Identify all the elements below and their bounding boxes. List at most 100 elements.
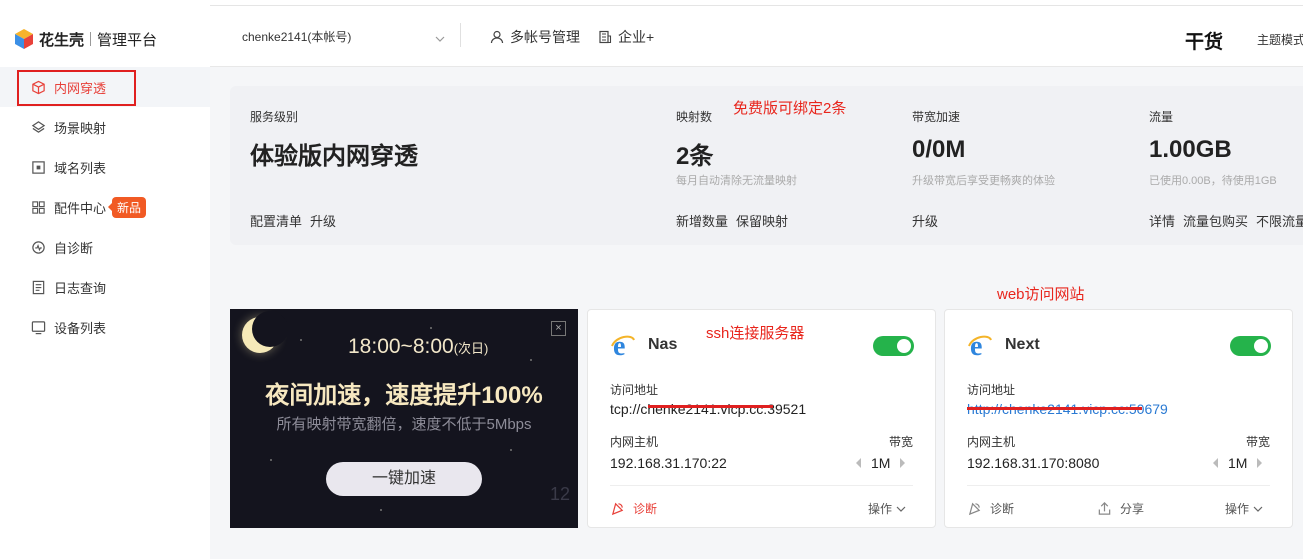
stat-value: 1.00GB	[1149, 136, 1232, 163]
keep-mapping-link[interactable]: 保留映射	[736, 214, 788, 229]
mapping-card-next: e Next 访问地址 http://chenke2141.vicp.cc:50…	[944, 309, 1293, 528]
diagnose-label: 诊断	[990, 502, 1015, 516]
address-label: 访问地址	[610, 383, 659, 397]
theme-mode-button[interactable]: 主题模式	[1257, 31, 1303, 48]
multi-account-link[interactable]: 多帐号管理	[490, 27, 580, 47]
enable-toggle[interactable]	[1230, 336, 1271, 356]
bandwidth-label: 带宽	[888, 435, 913, 449]
promo-title: 夜间加速，速度提升100%	[265, 382, 543, 409]
add-quota-link[interactable]: 新增数量	[676, 214, 728, 229]
traffic-detail-link[interactable]: 详情	[1149, 214, 1175, 229]
intranet-host: 192.168.31.170:8080	[967, 455, 1100, 471]
chevron-down-icon	[1253, 506, 1263, 512]
stat-label: 带宽加速	[912, 110, 961, 124]
unlimited-traffic-link[interactable]: 不限流量	[1256, 214, 1303, 229]
layers-icon	[30, 119, 46, 135]
sidebar-item-domains[interactable]: 域名列表	[0, 147, 210, 187]
operate-menu[interactable]: 操作	[868, 500, 906, 517]
annotation-free-bind: 免费版可绑定2条	[733, 100, 847, 117]
monitor-icon	[30, 319, 46, 335]
moon-shadow	[252, 311, 288, 347]
stat-value: 体验版内网穿透	[250, 143, 418, 170]
star	[530, 359, 532, 361]
stat-label: 流量	[1149, 110, 1174, 124]
stat-label: 映射数	[676, 110, 713, 124]
one-click-boost-button[interactable]: 一键加速	[326, 462, 482, 496]
bandwidth-stepper[interactable]: 1M	[856, 455, 906, 471]
enterprise-label: 企业+	[618, 29, 655, 45]
diagnose-icon	[611, 502, 624, 516]
card-divider	[967, 485, 1270, 486]
increase-icon[interactable]	[900, 458, 906, 468]
mapping-card-nas: e Nas ssh连接服务器 访问地址 tcp://chenke2141.vic…	[587, 309, 936, 528]
star	[430, 327, 432, 329]
upgrade-link[interactable]: 升级	[310, 214, 336, 229]
star	[270, 459, 272, 461]
decrease-icon[interactable]	[1213, 458, 1218, 468]
domain-icon	[30, 159, 46, 175]
share-button[interactable]: 分享	[1097, 500, 1144, 517]
sidebar: 花生壳 管理平台 内网穿透 场景映射 域名列表 配件中心 新品 自诊断 日志查询…	[0, 0, 210, 559]
address-label: 访问地址	[967, 383, 1016, 397]
redaction-strike	[967, 407, 1142, 410]
star	[510, 449, 512, 451]
sidebar-item-scene-mapping[interactable]: 场景映射	[0, 107, 210, 147]
sidebar-item-label: 配件中心	[54, 200, 107, 216]
diagnose-button[interactable]: 诊断	[967, 500, 1014, 517]
stat-actions: 配置清单 升级	[250, 211, 344, 230]
logo-divider	[90, 32, 92, 46]
promo-time-range: 18:00~8:00	[348, 335, 454, 358]
annotation-web: web访问网站	[997, 286, 1085, 303]
diagnose-icon	[30, 239, 46, 255]
highlight-box	[17, 70, 136, 106]
sidebar-item-label: 日志查询	[54, 280, 107, 296]
brand-name: 花生壳	[39, 31, 85, 49]
increase-icon[interactable]	[1257, 458, 1263, 468]
promo-subtitle: 所有映射带宽翻倍，速度不低于5Mbps	[276, 416, 532, 433]
redaction-strike	[648, 405, 773, 408]
share-icon	[1098, 502, 1111, 515]
logo[interactable]: 花生壳 管理平台	[13, 27, 157, 51]
card-divider	[610, 485, 913, 486]
bandwidth-label: 带宽	[1245, 435, 1270, 449]
enable-toggle[interactable]	[873, 336, 914, 356]
enterprise-link[interactable]: 企业+	[598, 27, 654, 47]
svg-text:e: e	[613, 332, 625, 358]
upgrade-bandwidth-link[interactable]: 升级	[912, 214, 938, 229]
diagnose-label: 诊断	[633, 502, 658, 516]
diagnose-icon	[968, 502, 981, 516]
stat-actions: 升级	[912, 211, 946, 230]
bandwidth-value: 1M	[871, 455, 891, 471]
sidebar-item-logs[interactable]: 日志查询	[0, 267, 210, 307]
operate-menu[interactable]: 操作	[1225, 500, 1263, 517]
promo-time-suffix: (次日)	[453, 341, 489, 356]
sidebar-item-label: 设备列表	[54, 320, 107, 336]
sidebar-item-devices[interactable]: 设备列表	[0, 307, 210, 347]
svg-text:e: e	[970, 332, 982, 358]
sidebar-nav: 内网穿透 场景映射 域名列表 配件中心 新品 自诊断 日志查询 设备列表	[0, 67, 210, 347]
stat-actions: 新增数量 保留映射	[676, 211, 796, 230]
share-label: 分享	[1120, 502, 1145, 516]
bandwidth-stepper[interactable]: 1M	[1213, 455, 1263, 471]
diagnose-button[interactable]: 诊断	[610, 500, 657, 517]
config-list-link[interactable]: 配置清单	[250, 214, 302, 229]
operate-label: 操作	[868, 502, 893, 516]
buy-traffic-link[interactable]: 流量包购买	[1183, 214, 1248, 229]
sidebar-item-diagnose[interactable]: 自诊断	[0, 227, 210, 267]
access-address[interactable]: tcp://chenke2141.vicp.cc:39521	[610, 401, 806, 417]
ganhuo-link[interactable]: 干货	[1185, 27, 1223, 54]
chevron-down-icon[interactable]	[435, 32, 445, 42]
brand-subtitle: 管理平台	[97, 31, 158, 49]
sidebar-item-accessories[interactable]: 配件中心 新品	[0, 187, 210, 227]
account-selector[interactable]: chenke2141(本帐号)	[242, 28, 351, 45]
promo-time: 18:00~8:00(次日)	[348, 335, 488, 359]
stat-note: 每月自动清除无流量映射	[676, 175, 797, 187]
stat-actions: 详情 流量包购买 不限流量	[1149, 211, 1303, 230]
stat-note: 升级带宽后享受更畅爽的体验	[912, 175, 1055, 187]
intranet-host: 192.168.31.170:22	[610, 455, 727, 471]
sidebar-item-intranet[interactable]: 内网穿透	[0, 67, 210, 107]
annotation-ssh: ssh连接服务器	[706, 325, 805, 342]
decrease-icon[interactable]	[856, 458, 861, 468]
close-icon[interactable]: ×	[551, 321, 566, 336]
night-boost-banner[interactable]: × 18:00~8:00(次日) 夜间加速，速度提升100% 所有映射带宽翻倍，…	[230, 309, 578, 528]
